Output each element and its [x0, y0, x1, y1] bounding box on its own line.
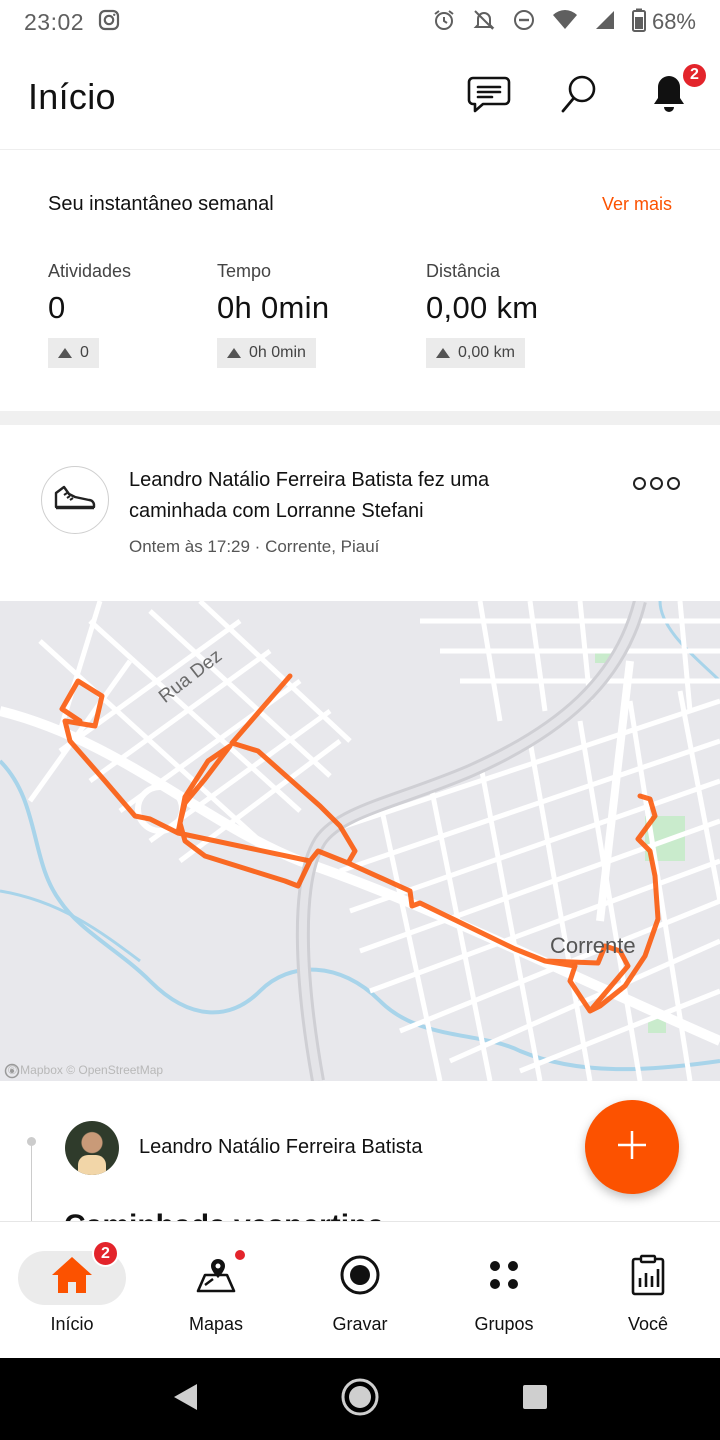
- activity-type-badge: [41, 466, 109, 534]
- activity-map[interactable]: Rua Dez Corrente © Mapbox © OpenStreetMa…: [0, 601, 720, 1081]
- nav-groups[interactable]: Grupos: [432, 1222, 576, 1358]
- bottom-navigation: 2 Início Mapas Gravar Grupos Você: [0, 1221, 720, 1358]
- nav-maps[interactable]: Mapas: [144, 1222, 288, 1358]
- stat-time: Tempo 0h 0min 0h 0min: [217, 257, 426, 368]
- alarm-icon: [432, 8, 456, 37]
- snapshot-title: Seu instantâneo semanal: [48, 192, 274, 215]
- stat-label: Atividades: [48, 261, 132, 281]
- status-bar: 23:02 68%: [0, 0, 720, 44]
- nav-label: Gravar: [332, 1314, 388, 1334]
- see-more-link[interactable]: Ver mais: [602, 194, 672, 215]
- messages-button[interactable]: [466, 74, 512, 120]
- nav-label: Grupos: [474, 1314, 534, 1334]
- notifications-off-icon: [472, 8, 496, 37]
- stat-activities: Atividades 0 0: [48, 257, 217, 368]
- highway: [596, 660, 634, 922]
- plus-icon: [614, 1127, 650, 1168]
- walking-shoe-icon: [53, 485, 97, 516]
- post-author-name[interactable]: Leandro Natálio Ferreira Batista: [139, 1136, 422, 1159]
- up-arrow-icon: [436, 348, 450, 358]
- home-icon: [51, 1255, 93, 1300]
- instagram-icon: [98, 9, 120, 36]
- attribution-text: © Mapbox © OpenStreetMap: [8, 1063, 164, 1077]
- nav-home[interactable]: 2 Início: [0, 1222, 144, 1358]
- home-circle-icon[interactable]: [340, 1377, 380, 1422]
- page-title: Início: [28, 75, 116, 117]
- activity-title[interactable]: Leandro Natálio Ferreira Batista fez uma…: [129, 465, 569, 527]
- battery-level: 68%: [651, 9, 696, 34]
- stat-delta-chip: 0: [48, 338, 99, 368]
- notifications-badge: 2: [681, 61, 708, 89]
- up-arrow-icon: [58, 348, 72, 358]
- river: [658, 601, 720, 683]
- stat-delta-chip: 0,00 km: [426, 338, 525, 368]
- more-dot-icon: [667, 477, 680, 490]
- do-not-disturb-icon: [512, 8, 536, 37]
- battery-icon: [631, 8, 646, 37]
- timeline-dot: [27, 1137, 36, 1146]
- map-attribution: © Mapbox © OpenStreetMap: [4, 1063, 164, 1079]
- back-icon[interactable]: [171, 1382, 199, 1417]
- search-button[interactable]: [556, 74, 602, 120]
- groups-icon: [484, 1258, 524, 1297]
- stat-delta: 0: [80, 344, 89, 361]
- river: [0, 889, 141, 963]
- maps-notification-dot: [233, 1248, 247, 1262]
- nav-label: Mapas: [188, 1314, 244, 1334]
- maps-icon: [195, 1255, 237, 1300]
- recents-icon[interactable]: [521, 1383, 549, 1416]
- stat-delta: 0h 0min: [249, 344, 306, 361]
- stat-value: 0h 0min: [217, 290, 330, 325]
- section-divider: [0, 411, 720, 425]
- app-header: Início 2: [0, 44, 720, 150]
- activity-card[interactable]: Leandro Natálio Ferreira Batista fez uma…: [0, 425, 720, 601]
- stat-label: Tempo: [217, 261, 272, 281]
- nav-profile[interactable]: Você: [576, 1222, 720, 1358]
- stat-label: Distância: [426, 261, 501, 281]
- stat-value: 0: [48, 290, 66, 325]
- messages-icon: [467, 74, 511, 119]
- more-options-button[interactable]: [633, 477, 680, 490]
- notifications-button[interactable]: 2: [646, 61, 708, 120]
- nav-label: Você: [627, 1314, 669, 1334]
- highway: [0, 706, 720, 1046]
- up-arrow-icon: [227, 348, 241, 358]
- wifi-icon: [552, 9, 578, 36]
- weekly-snapshot-card: Seu instantâneo semanal Ver mais Ativida…: [0, 151, 720, 411]
- search-icon: [559, 73, 599, 120]
- map-canvas: [0, 601, 720, 1081]
- signal-icon: [594, 9, 616, 36]
- system-navigation-bar: [0, 1358, 720, 1440]
- stat-distance: Distância 0,00 km 0,00 km: [426, 257, 538, 368]
- home-badge: 2: [92, 1240, 119, 1267]
- record-icon: [339, 1254, 381, 1301]
- post-title[interactable]: Caminhada vespertina: [64, 1209, 384, 1221]
- more-dot-icon: [650, 477, 663, 490]
- add-button[interactable]: [585, 1100, 679, 1194]
- city-label: Corrente: [550, 933, 636, 958]
- street-grid: [27, 601, 720, 1081]
- profile-icon: [630, 1254, 666, 1301]
- activity-route: [59, 673, 661, 1014]
- nav-label: Início: [50, 1314, 94, 1334]
- stat-value: 0,00 km: [426, 290, 539, 325]
- status-time: 23:02: [24, 8, 85, 35]
- activity-meta: Ontem às 17:29 · Corrente, Piauí: [129, 537, 380, 556]
- more-dot-icon: [633, 477, 646, 490]
- timeline-line: [31, 1141, 32, 1221]
- stat-delta: 0,00 km: [458, 344, 515, 361]
- nav-record[interactable]: Gravar: [288, 1222, 432, 1358]
- stat-delta-chip: 0h 0min: [217, 338, 316, 368]
- avatar[interactable]: [65, 1121, 119, 1175]
